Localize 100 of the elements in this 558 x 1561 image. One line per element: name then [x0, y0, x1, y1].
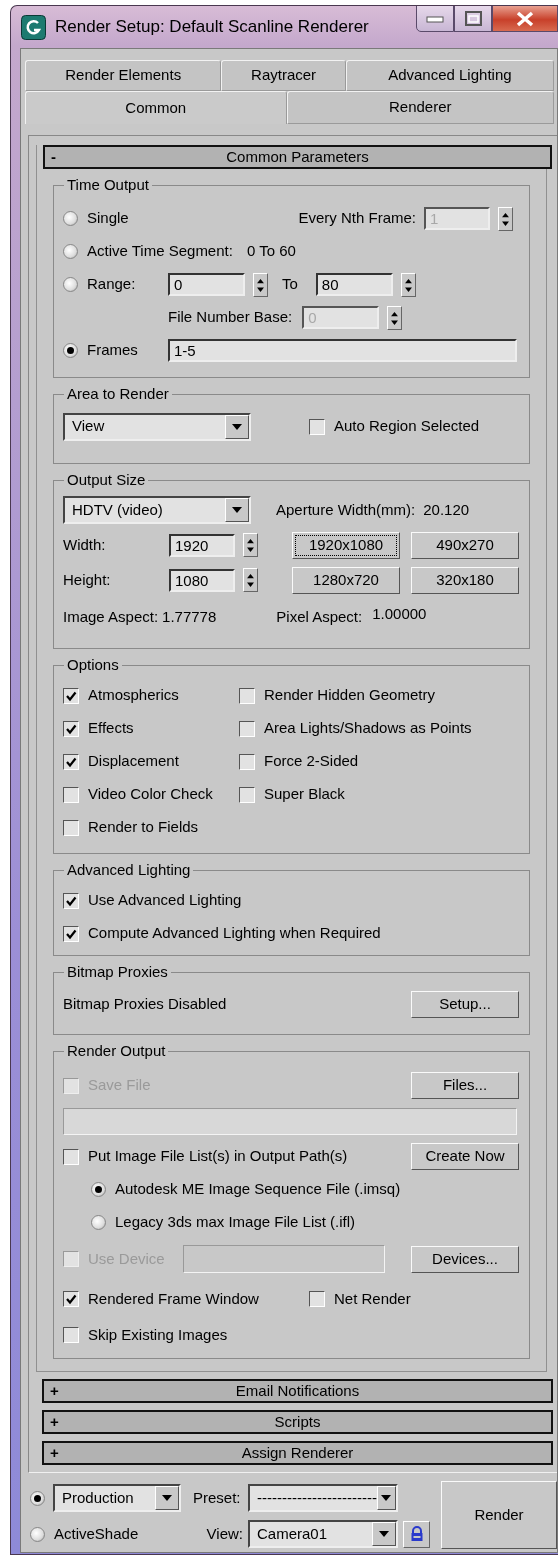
resolution-button[interactable]: 320x180: [411, 566, 519, 594]
input-field[interactable]: 80: [315, 273, 393, 296]
radio-button[interactable]: [63, 211, 78, 226]
lock-icon: [409, 1526, 424, 1542]
radio-label: Frames: [87, 340, 138, 361]
checkbox-label: Auto Region Selected: [334, 416, 480, 437]
rollout-header[interactable]: + Assign Renderer: [42, 1441, 553, 1465]
tab[interactable]: Render Elements: [25, 60, 222, 91]
setup-button[interactable]: Setup...: [411, 991, 519, 1018]
field-label: Preset:: [193, 1487, 242, 1508]
rollout-header[interactable]: + Email Notifications: [42, 1379, 553, 1403]
radio-button[interactable]: [91, 1215, 106, 1230]
checkbox[interactable]: [239, 786, 255, 803]
resolution-button[interactable]: 1280x720: [292, 566, 400, 594]
radio-button[interactable]: [63, 277, 78, 292]
app-icon: [21, 14, 46, 40]
spinner[interactable]: [387, 305, 403, 330]
checkbox[interactable]: [239, 687, 255, 704]
checkbox[interactable]: [63, 687, 79, 704]
path-field[interactable]: [63, 1107, 517, 1135]
tab[interactable]: Renderer: [286, 91, 554, 124]
camera-dropdown[interactable]: Camera01: [248, 1520, 398, 1548]
close-icon: [516, 10, 534, 27]
input-field[interactable]: 0: [168, 273, 245, 296]
checkbox[interactable]: [239, 720, 255, 737]
group-title: Time Output: [64, 176, 152, 194]
checkbox[interactable]: [63, 753, 79, 770]
checkbox[interactable]: [309, 418, 325, 435]
status-text: Bitmap Proxies Disabled: [63, 994, 227, 1015]
checkbox-label: Use Advanced Lighting: [88, 890, 242, 911]
close-button[interactable]: [492, 6, 558, 32]
radio-button[interactable]: [30, 1490, 45, 1506]
resolution-button[interactable]: 490x270: [411, 531, 519, 559]
input-field[interactable]: 1920: [169, 533, 235, 557]
checkbox[interactable]: [63, 720, 79, 737]
group-title: Options: [64, 656, 122, 674]
checkbox[interactable]: [63, 1327, 79, 1343]
spinner[interactable]: [400, 272, 416, 297]
checkbox-label: Render Hidden Geometry: [264, 685, 435, 706]
render-button[interactable]: Render: [441, 1481, 557, 1549]
checkbox[interactable]: [239, 753, 255, 770]
radio-button[interactable]: [63, 343, 78, 358]
group-title: Output Size: [64, 471, 149, 489]
device-field[interactable]: [183, 1245, 385, 1273]
radio-button[interactable]: [63, 244, 78, 259]
group-title: Advanced Lighting: [64, 861, 194, 879]
checkbox-label: Render to Fields: [88, 817, 199, 838]
devices-button[interactable]: Devices...: [411, 1245, 519, 1273]
area-dropdown[interactable]: View: [63, 412, 251, 441]
input-field[interactable]: 1-5: [168, 339, 517, 362]
checkbox[interactable]: [63, 1148, 79, 1165]
radio-label: ActiveShade: [54, 1523, 139, 1544]
tab[interactable]: Common: [25, 91, 287, 124]
spinner[interactable]: [243, 533, 258, 557]
segment-value: 0 To 60: [246, 241, 296, 262]
checkbox-label: Effects: [88, 718, 134, 739]
rollout-header[interactable]: + Scripts: [42, 1410, 553, 1434]
preset-dropdown[interactable]: ------------------------: [248, 1484, 398, 1512]
minimize-icon: [426, 14, 444, 23]
checkbox-label: Net Render: [334, 1288, 411, 1309]
checkbox-label: Rendered Frame Window: [88, 1288, 259, 1309]
checkbox-label: Video Color Check: [88, 784, 213, 805]
lock-button[interactable]: [403, 1520, 430, 1548]
caret-icon: [161, 1494, 173, 1502]
checkbox[interactable]: [63, 925, 79, 942]
create-now-button[interactable]: Create Now: [411, 1143, 519, 1170]
checkbox-label: Displacement: [88, 751, 179, 772]
spinner[interactable]: [253, 272, 268, 297]
field-label: File Number Base:: [168, 307, 293, 328]
field-label: Pixel Aspect:: [276, 606, 363, 627]
field-value: 1.77778: [162, 606, 217, 627]
checkbox-label: Put Image File List(s) in Output Path(s): [88, 1146, 348, 1167]
tab[interactable]: Raytracer: [221, 60, 346, 91]
field-label: Height:: [63, 569, 112, 590]
minimize-button[interactable]: [416, 6, 454, 32]
checkbox[interactable]: [63, 1291, 79, 1307]
field-label: Aperture Width(mm):: [276, 499, 416, 520]
checkbox[interactable]: [63, 892, 79, 909]
tab[interactable]: Advanced Lighting: [345, 60, 554, 91]
maximize-button[interactable]: [454, 6, 492, 32]
radio-button[interactable]: [30, 1526, 45, 1542]
radio-label: Single: [87, 208, 129, 229]
field-label: Image Aspect:: [63, 606, 159, 627]
radio-button[interactable]: [91, 1182, 106, 1197]
checkbox[interactable]: [63, 819, 79, 836]
field-label: View:: [205, 1523, 243, 1544]
caret-icon: [231, 422, 243, 431]
mode-dropdown[interactable]: Production: [53, 1484, 181, 1512]
spinner[interactable]: [498, 206, 513, 231]
checkbox[interactable]: [309, 1291, 325, 1307]
format-dropdown[interactable]: HDTV (video): [63, 496, 251, 524]
rollout-header[interactable]: - Common Parameters: [43, 145, 552, 169]
checkbox-label: Force 2-Sided: [264, 751, 359, 772]
field-value: 1.00000: [372, 603, 427, 624]
spinner[interactable]: [243, 568, 258, 592]
field-value: 20.120: [423, 499, 470, 520]
resolution-button[interactable]: 1920x1080: [292, 531, 400, 559]
checkbox[interactable]: [63, 786, 79, 803]
input-field[interactable]: 1080: [169, 568, 235, 592]
files-button[interactable]: Files...: [411, 1072, 519, 1099]
